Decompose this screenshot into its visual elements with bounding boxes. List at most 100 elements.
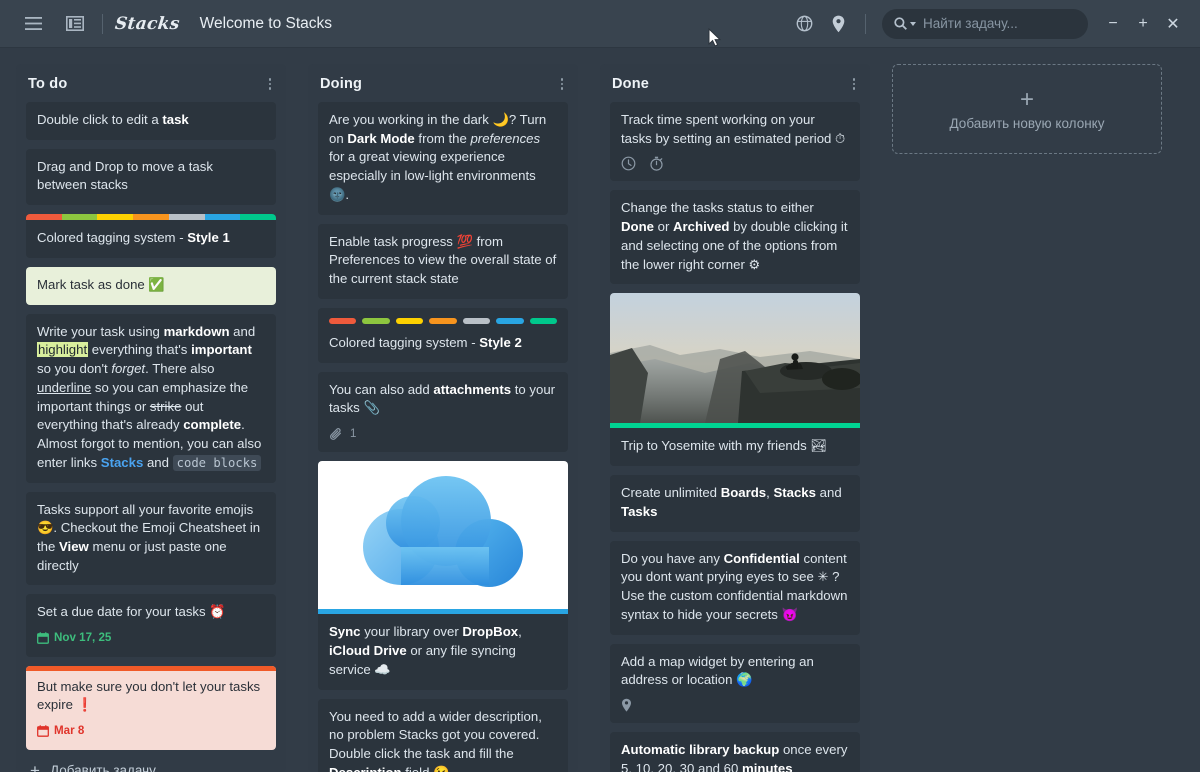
task-card[interactable]: Change the tasks status to either Done o… xyxy=(610,190,860,285)
plus-icon: + xyxy=(30,760,40,772)
search-input[interactable] xyxy=(923,16,1100,31)
close-button[interactable]: ✕ xyxy=(1158,9,1188,39)
chevron-down-icon[interactable] xyxy=(910,21,916,26)
task-card[interactable]: Mark task as done ✅ xyxy=(26,266,276,305)
task-card[interactable]: Write your task using markdown and highl… xyxy=(26,313,276,483)
task-card-text: Drag and Drop to move a task between sta… xyxy=(37,158,213,193)
maximize-button[interactable]: + xyxy=(1128,9,1158,39)
search-box[interactable] xyxy=(882,8,1100,39)
task-card-text: Mark task as done ✅ xyxy=(37,276,165,292)
app-brand: Stacks xyxy=(113,13,181,34)
due-date-text: Nov 17, 25 xyxy=(54,631,112,645)
tag-bar-style1 xyxy=(26,214,276,221)
tag-pill xyxy=(496,317,524,324)
search-icon xyxy=(894,17,907,30)
task-card[interactable]: You need to add a wider description, no … xyxy=(318,698,568,772)
icloud-logo-image xyxy=(318,461,568,610)
task-card-text: Tasks support all your favorite emojis 😎… xyxy=(37,501,261,573)
task-card[interactable]: Automatic library backup once every 5, 1… xyxy=(610,732,860,772)
task-card[interactable]: Colored tagging system - Style 2 xyxy=(318,307,568,363)
column-header: To do xyxy=(26,64,276,102)
task-card-text: Change the tasks status to either Done o… xyxy=(621,200,848,272)
column-menu-button[interactable] xyxy=(558,78,567,90)
calendar-icon xyxy=(37,632,49,645)
task-card-text: Create unlimited Boards, Stacks and Task… xyxy=(621,485,842,519)
column-title: Doing xyxy=(320,76,363,92)
task-card[interactable]: Double click to edit a task xyxy=(26,102,276,140)
task-card[interactable]: Do you have any Confidential content you… xyxy=(610,540,860,635)
board-column: Done Track time spent working on your tas… xyxy=(600,64,870,772)
task-card[interactable]: Tasks support all your favorite emojis 😎… xyxy=(26,491,276,586)
plus-icon: + xyxy=(1019,85,1034,113)
board-column: To do Double click to edit a task Drag and… xyxy=(16,64,286,772)
tag-swatch xyxy=(133,214,169,221)
card-overdue-bar xyxy=(26,665,276,671)
add-column-label: Добавить новую колонку xyxy=(949,115,1105,131)
tag-swatch xyxy=(97,214,134,221)
add-task-label: Добавить задачу xyxy=(49,762,156,772)
task-card[interactable]: Add a map widget by entering an address … xyxy=(610,643,860,724)
globe-icon[interactable] xyxy=(789,9,819,39)
task-card[interactable]: Enable task progress 💯 from Preferences … xyxy=(318,223,568,299)
tag-swatch xyxy=(168,214,205,221)
task-card-text: But make sure you don't let your tasks e… xyxy=(37,678,261,713)
mouse-cursor xyxy=(708,28,722,47)
task-card-text: Automatic library backup once every 5, 1… xyxy=(621,742,848,772)
task-card-text: Add a map widget by entering an address … xyxy=(621,653,814,688)
tag-swatch xyxy=(204,214,241,221)
tag-swatch xyxy=(26,214,62,221)
task-card-text: Do you have any Confidential content you… xyxy=(621,550,848,622)
task-card-text: Sync your library over DropBox, iCloud D… xyxy=(329,624,522,677)
task-card-text: Colored tagging system - Style 1 xyxy=(37,230,230,246)
task-card-image[interactable]: Trip to Yosemite with my friends 🏞 xyxy=(610,293,860,467)
add-column-button[interactable]: + Добавить новую колонку xyxy=(892,64,1162,154)
map-indicator xyxy=(621,698,849,713)
tag-pill xyxy=(395,317,424,324)
task-card-text: Enable task progress 💯 from Preferences … xyxy=(329,233,557,287)
stopwatch-icon xyxy=(650,157,663,172)
tag-swatch xyxy=(61,214,98,221)
column-header: Doing xyxy=(318,64,568,102)
task-card[interactable]: Track time spent working on your tasks b… xyxy=(610,102,860,182)
task-card[interactable]: You can also add attachments to your tas… xyxy=(318,371,568,453)
tag-pill xyxy=(429,317,457,324)
column-title: To do xyxy=(28,76,68,92)
toolbar-divider xyxy=(102,13,103,34)
board: To do Double click to edit a task Drag and… xyxy=(0,48,1200,772)
task-card[interactable]: But make sure you don't let your tasks e… xyxy=(26,665,276,750)
task-card[interactable]: Set a due date for your tasks ⏰ Nov 17, … xyxy=(26,594,276,657)
page-title: Welcome to Stacks xyxy=(199,14,333,32)
column-menu-button[interactable] xyxy=(266,78,275,90)
task-card-text: Trip to Yosemite with my friends 🏞 xyxy=(621,438,828,454)
tag-bar-style2 xyxy=(329,317,557,324)
attachment-count: 1 xyxy=(350,428,357,441)
tag-swatch xyxy=(240,214,276,221)
task-card-text: Double click to edit a task xyxy=(37,112,189,127)
board-view-icon[interactable] xyxy=(60,9,90,39)
minimize-button[interactable]: − xyxy=(1098,9,1128,39)
column-menu-button[interactable] xyxy=(850,78,859,90)
tag-pill xyxy=(462,317,491,324)
clock-icon xyxy=(621,157,636,171)
column-header: Done xyxy=(610,64,860,102)
task-card[interactable]: Create unlimited Boards, Stacks and Task… xyxy=(610,475,860,532)
task-card-text: Track time spent working on your tasks b… xyxy=(621,112,846,146)
task-card[interactable]: Drag and Drop to move a task between sta… xyxy=(26,148,276,206)
tag-pill xyxy=(329,317,357,324)
card-list: Track time spent working on your tasks b… xyxy=(610,102,860,772)
paperclip-icon xyxy=(330,427,341,440)
yosemite-photo-image xyxy=(610,293,860,424)
add-task-button[interactable]: + Добавить задачу xyxy=(26,750,276,772)
due-date-badge: Nov 17, 25 xyxy=(37,630,265,646)
tag-pill xyxy=(362,317,390,324)
attachment-indicator: 1 xyxy=(329,426,557,442)
hamburger-icon[interactable] xyxy=(18,9,48,39)
task-card-text: Set a due date for your tasks ⏰ xyxy=(37,604,226,620)
map-pin-icon[interactable] xyxy=(823,9,853,39)
task-card[interactable]: Colored tagging system - Style 1 xyxy=(26,214,276,258)
due-date-text: Mar 8 xyxy=(54,724,85,738)
task-card[interactable]: Are you working in the dark 🌙? Turn on D… xyxy=(318,102,568,215)
title-bar: Stacks Welcome to Stacks − + ✕ xyxy=(0,0,1200,48)
due-date-badge: Mar 8 xyxy=(37,723,265,739)
task-card-image[interactable]: Sync your library over DropBox, iCloud D… xyxy=(318,461,568,690)
